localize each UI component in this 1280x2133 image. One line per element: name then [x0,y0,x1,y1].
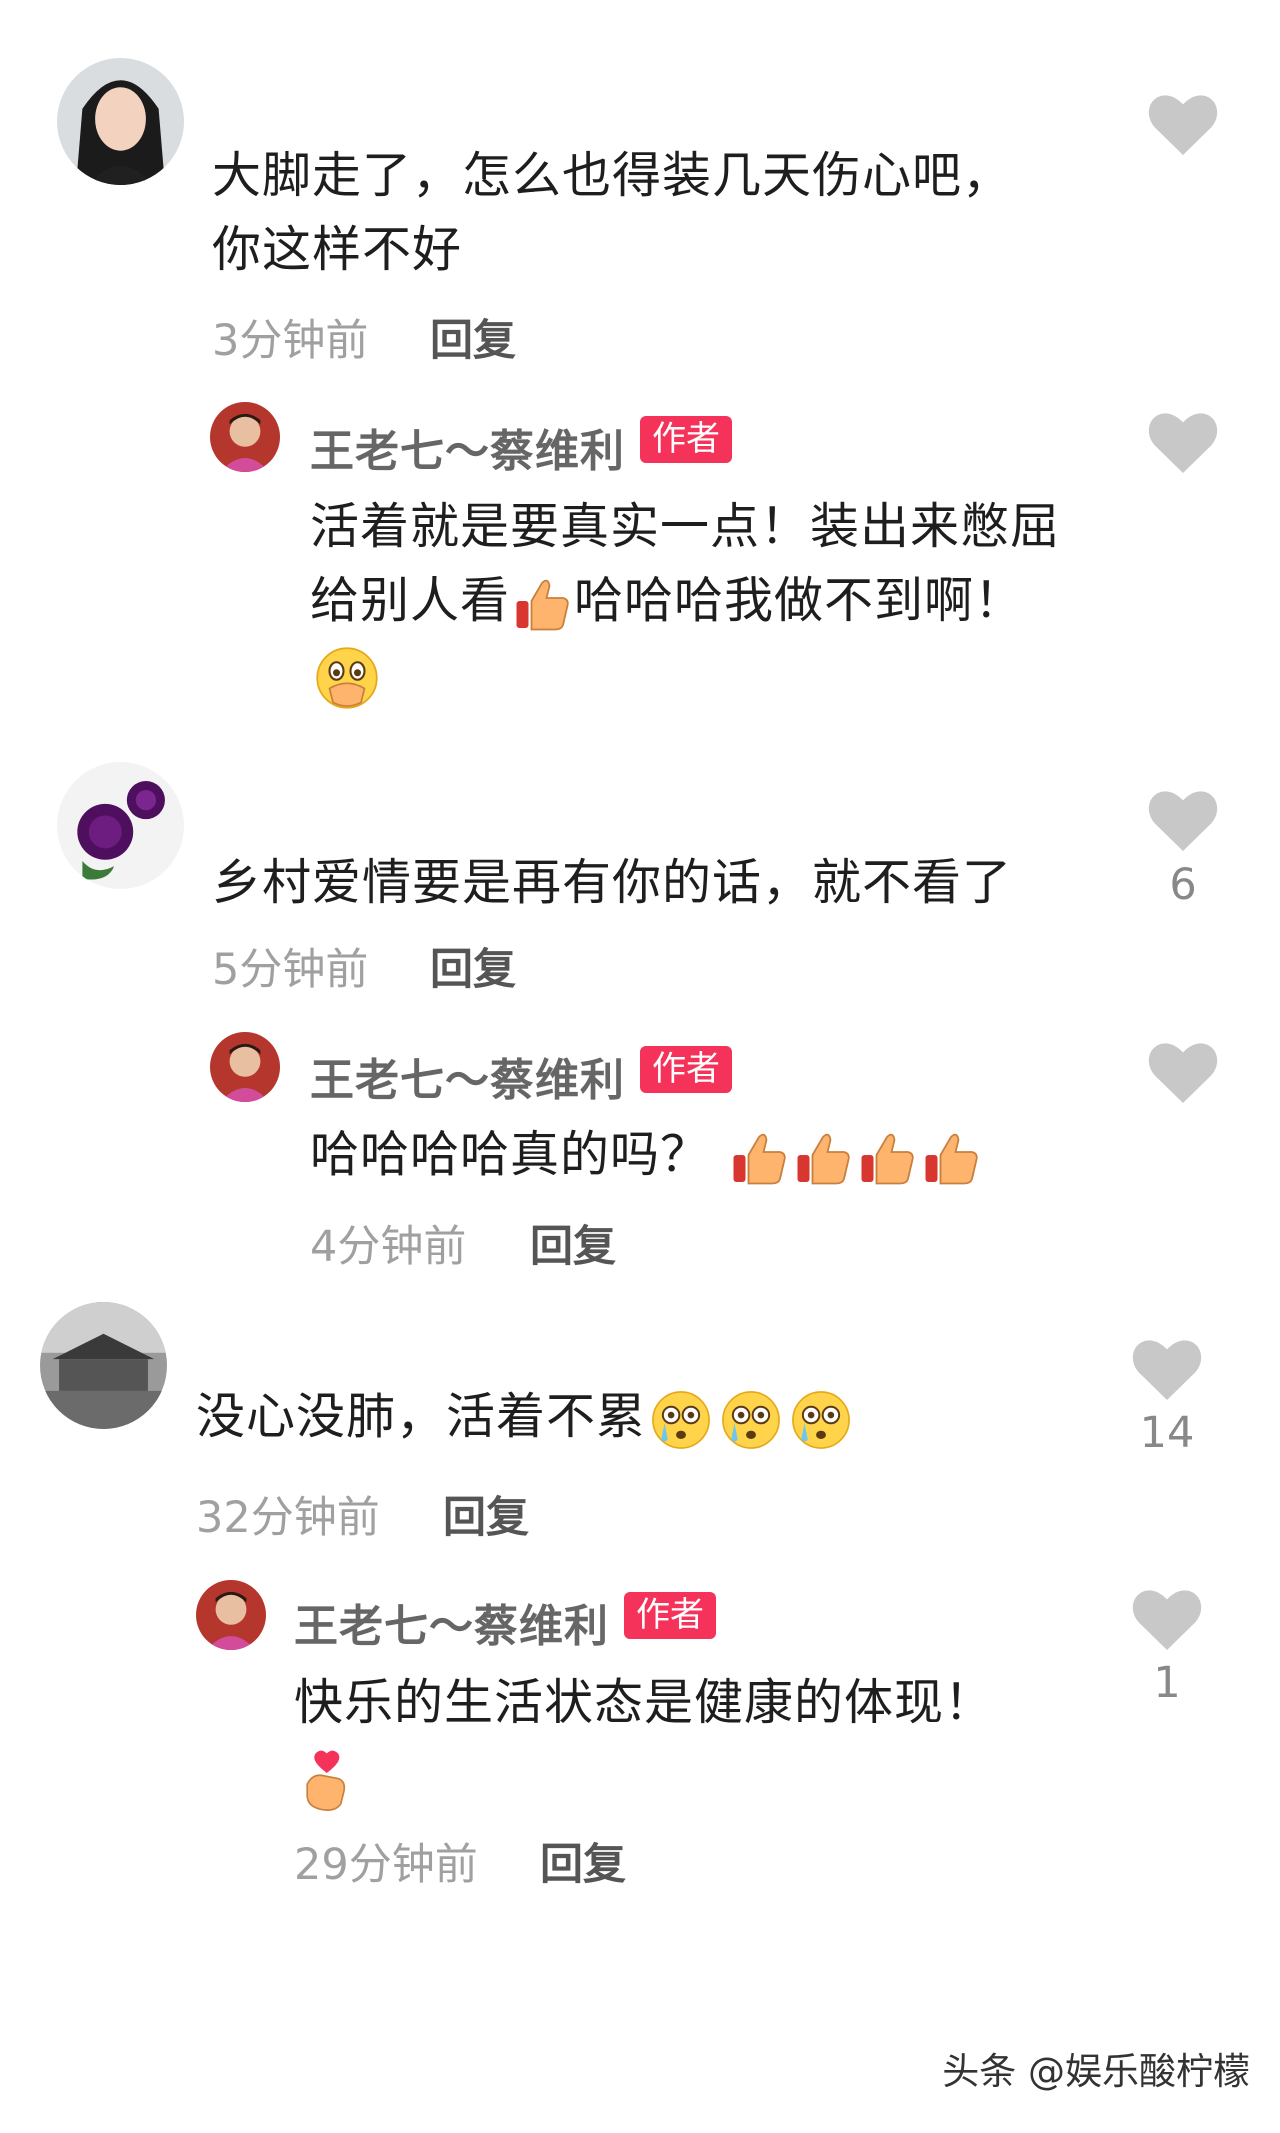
heart-icon [1148,95,1218,155]
heart-icon [1148,413,1218,473]
comment-text: 大脚走了，怎么也得装几天伤心吧， 你这样不好 [212,139,1012,287]
author-badge: 作者 [640,416,732,463]
author-name[interactable]: 王老七～蔡维利 [294,1590,609,1654]
like-count: 1 [1153,1658,1181,1708]
author-avatar-icon [196,1580,266,1650]
user-avatar-rose-icon [57,762,184,889]
author-avatar-icon [210,402,280,472]
like-button[interactable] [1148,413,1218,473]
avatar[interactable] [57,762,184,889]
reply-line: 快乐的生活状态是健康的体现！ [294,1674,995,1731]
like-button[interactable] [1148,1043,1218,1103]
like-button[interactable] [1148,95,1218,155]
comment-time: 32分钟前 [196,1493,380,1543]
thumbs-up-icon [857,1128,917,1188]
author-name[interactable]: 王老七～蔡维利 [310,415,625,479]
reply-button[interactable]: 回复 [430,306,516,368]
comment-text: 乡村爱情要是再有你的话，就不看了 [212,846,1012,920]
thumbs-up-icon [729,1128,789,1188]
like-button[interactable] [1148,791,1218,851]
author-badge: 作者 [624,1592,716,1639]
reply-button[interactable]: 回复 [430,935,516,997]
reply-line: 给别人看 哈哈哈我做不到啊！ [310,564,1060,638]
thumbs-up-icon [793,1128,853,1188]
comment-text: 没心没肺，活着不累 [196,1380,856,1454]
comment-time: 3分钟前 [212,316,369,366]
user-avatar-building-icon [40,1302,167,1429]
reply-line [294,1740,994,1814]
reply-line [310,638,1060,713]
like-button[interactable] [1132,1590,1202,1650]
crying-face-emoji-icon [788,1387,854,1453]
author-avatar-icon [210,1032,280,1102]
avatar[interactable] [196,1580,266,1650]
comment-line: 大脚走了，怎么也得装几天伤心吧， [212,147,1013,204]
comment-time: 5分钟前 [212,945,369,995]
heart-icon [1132,1590,1202,1650]
heart-icon [1132,1340,1202,1400]
crying-face-emoji-icon [718,1387,784,1453]
crying-face-emoji-icon [648,1387,714,1453]
avatar[interactable] [210,402,280,472]
avatar[interactable] [210,1032,280,1102]
avatar[interactable] [57,58,184,185]
reply-button[interactable]: 回复 [530,1212,616,1274]
thumbs-up-icon [921,1128,981,1188]
finger-heart-icon [296,1747,352,1813]
reply-button[interactable]: 回复 [443,1483,529,1545]
reply-text: 哈哈哈哈真的吗？ [310,1118,983,1192]
comment-line: 乡村爱情要是再有你的话，就不看了 [212,854,1013,911]
watermark: 头条 @娱乐酸柠檬 [942,2050,1250,2093]
author-badge: 作者 [640,1046,732,1093]
hand-over-mouth-emoji-icon [312,643,382,713]
like-button[interactable] [1132,1340,1202,1400]
author-name[interactable]: 王老七～蔡维利 [310,1044,625,1108]
heart-icon [1148,791,1218,851]
thumbs-up-icon [512,574,572,634]
reply-time: 29分钟前 [294,1840,478,1890]
reply-text: 活着就是要真实一点！装出来憋屈 给别人看 哈哈哈我做不到啊！ [310,490,1060,713]
reply-button[interactable]: 回复 [540,1830,626,1892]
like-count: 14 [1139,1408,1195,1458]
heart-icon [1148,1043,1218,1103]
reply-line: 活着就是要真实一点！装出来憋屈 [310,498,1061,555]
reply-time: 4分钟前 [310,1222,467,1272]
user-avatar-woman-icon [57,58,184,185]
like-count: 6 [1169,860,1197,910]
comment-line: 你这样不好 [212,221,463,278]
reply-text: 快乐的生活状态是健康的体现！ [294,1666,994,1814]
avatar[interactable] [40,1302,167,1429]
